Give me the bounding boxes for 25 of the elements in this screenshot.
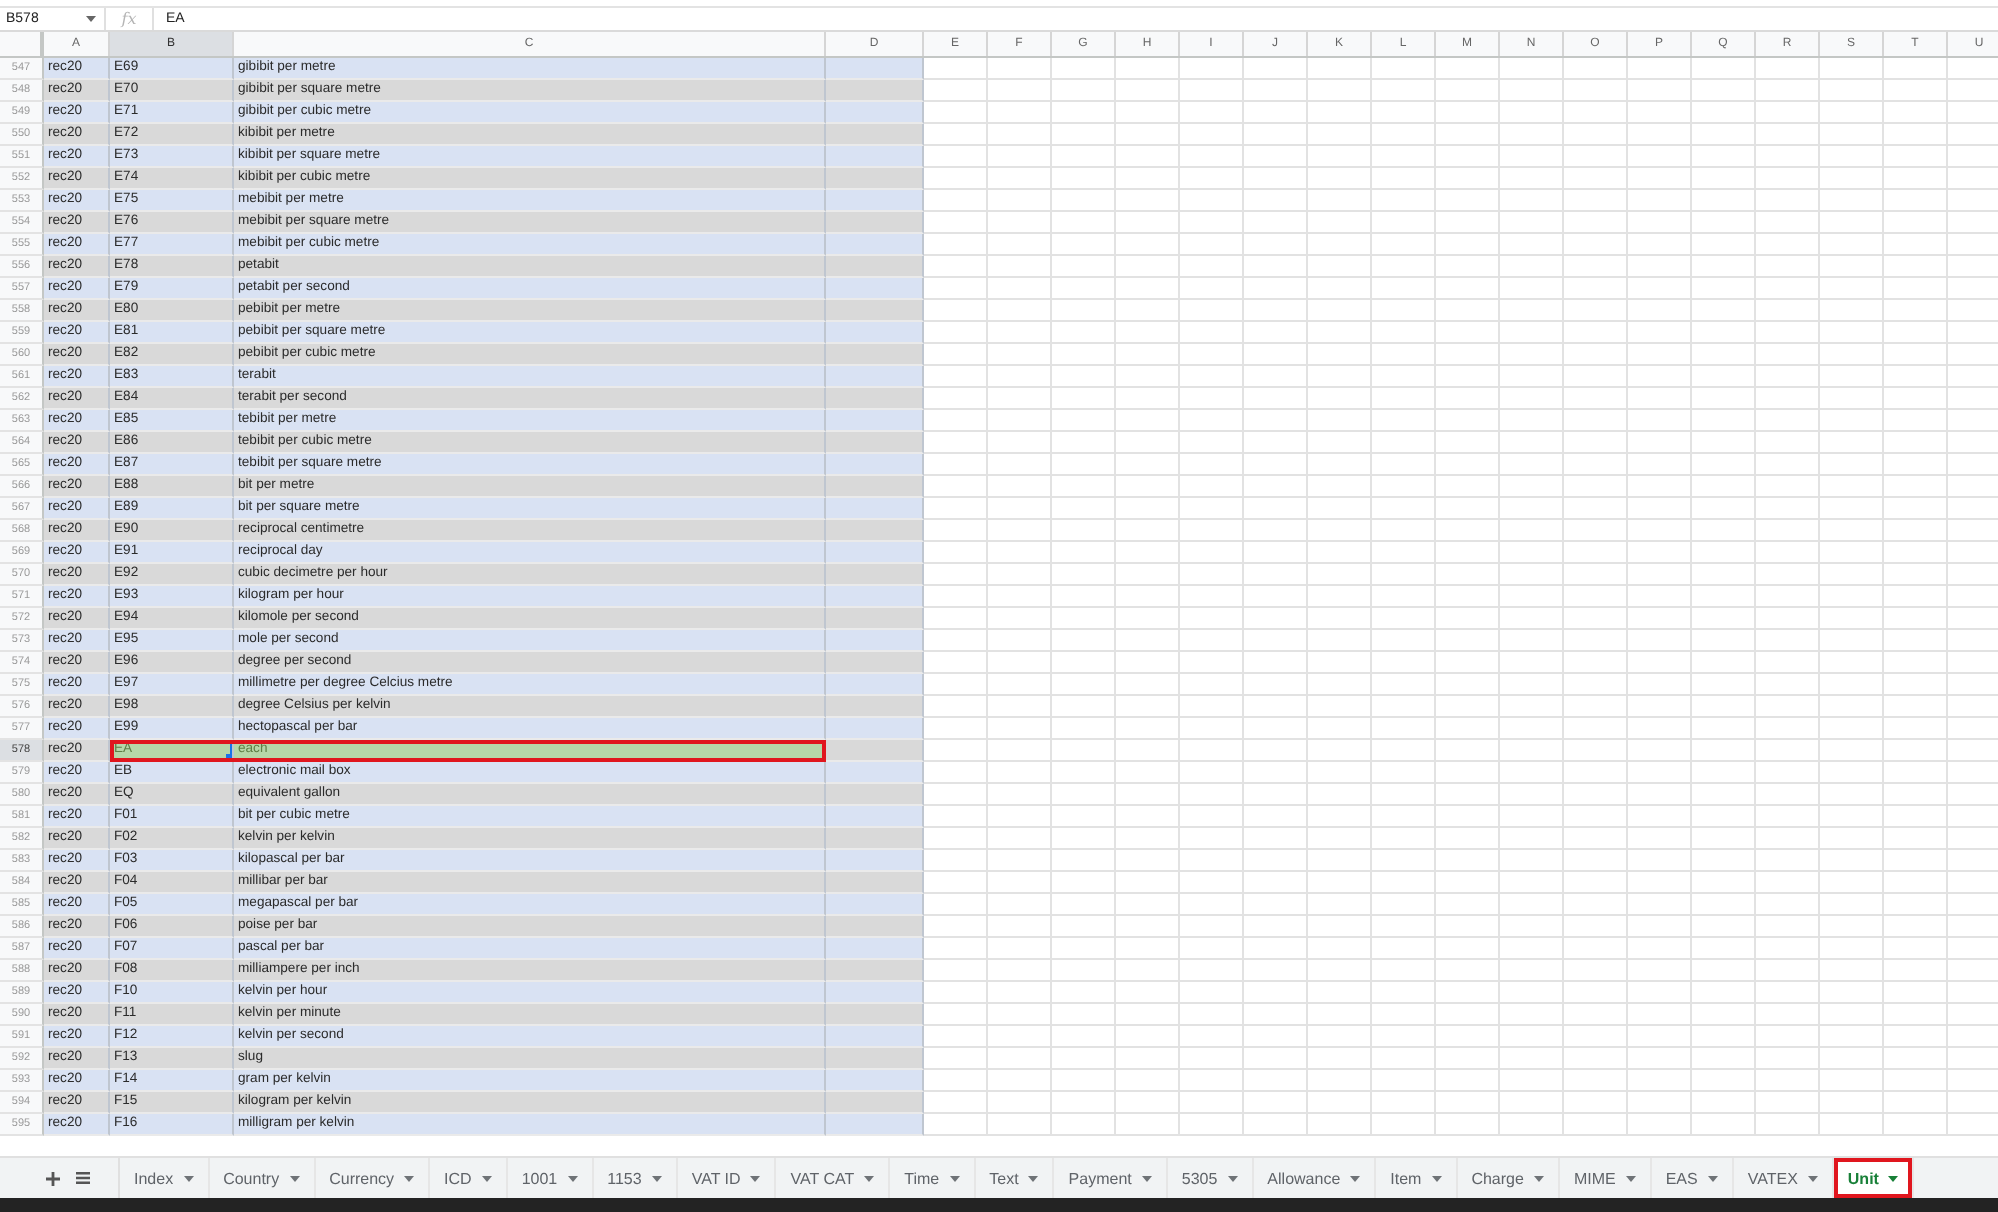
caret-icon: [1707, 1175, 1718, 1181]
caret-icon: [1431, 1175, 1442, 1181]
caret-icon: [1028, 1175, 1039, 1181]
caret-icon: [404, 1175, 415, 1181]
caret-icon: [289, 1175, 300, 1181]
caret-icon: [86, 16, 96, 22]
caret-icon: [183, 1175, 194, 1181]
caret-icon: [567, 1175, 578, 1181]
sheet-tab[interactable]: Unit: [1833, 1158, 1915, 1198]
caret-icon: [1625, 1175, 1636, 1181]
caret-icon: [864, 1175, 875, 1181]
caret-icon: [1227, 1175, 1238, 1181]
caret-icon: [651, 1175, 662, 1181]
caret-icon: [750, 1175, 761, 1181]
function-symbol: fx: [121, 9, 137, 29]
caret-icon: [949, 1175, 960, 1181]
caret-icon: [481, 1175, 492, 1181]
caret-icon: [1533, 1175, 1544, 1181]
list-icon: [76, 1172, 90, 1184]
caret-icon: [1141, 1175, 1152, 1181]
plus-icon: [46, 1171, 60, 1185]
all-sheets-button[interactable]: [70, 1166, 96, 1190]
caret-icon: [1807, 1175, 1818, 1181]
caret-icon: [1888, 1175, 1899, 1181]
caret-icon: [1350, 1175, 1361, 1181]
